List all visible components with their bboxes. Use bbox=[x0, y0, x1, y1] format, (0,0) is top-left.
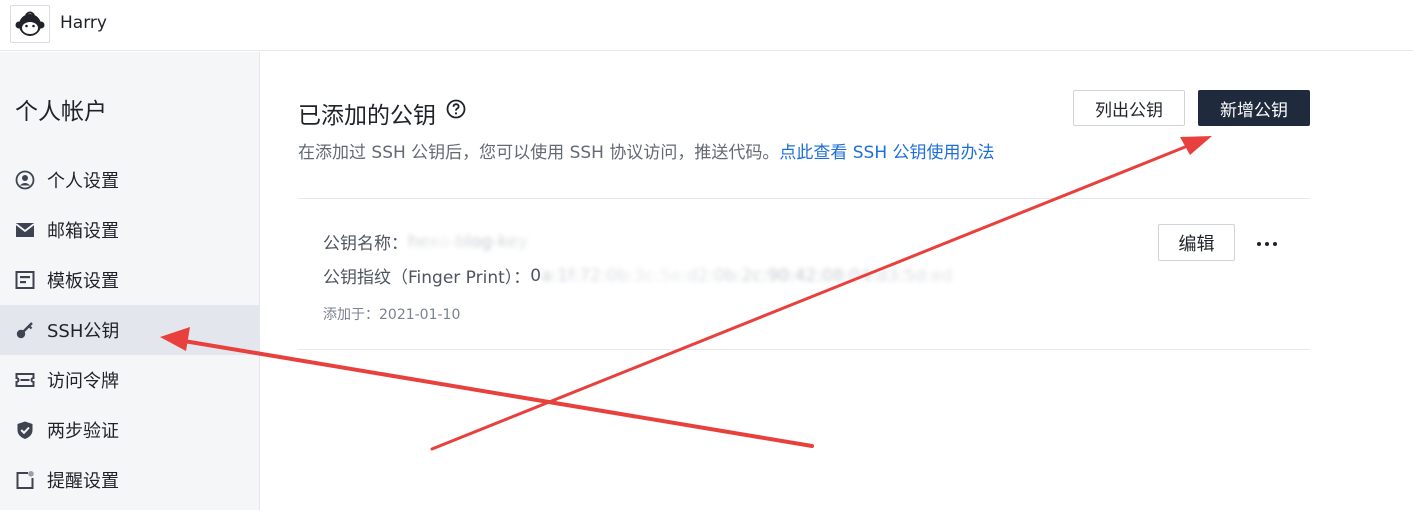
key-added-date: 2021-01-10 bbox=[379, 307, 461, 323]
key-fingerprint-value: a:1f:72:0b:3c:5e:d2:0b:2c:90:42:08:04:d3… bbox=[541, 265, 953, 286]
sidebar-item-label: 个人设置 bbox=[47, 171, 119, 192]
monkey-avatar-icon bbox=[15, 11, 45, 36]
top-bar: Harry bbox=[0, 0, 1413, 51]
key-icon bbox=[15, 320, 35, 340]
sidebar-item-profile[interactable]: 个人设置 bbox=[0, 155, 260, 205]
key-name-row: 公钥名称： hexo-blog-key bbox=[323, 229, 528, 255]
sidebar-item-two-factor[interactable]: 两步验证 bbox=[0, 405, 260, 455]
sidebar-item-label: 邮箱设置 bbox=[47, 221, 119, 242]
key-fingerprint-prefix: 0 bbox=[530, 265, 542, 286]
key-name-value: hexo-blog-key bbox=[408, 231, 528, 252]
sidebar-item-ssh-keys[interactable]: SSH公钥 bbox=[0, 305, 260, 355]
sidebar-item-label: 两步验证 bbox=[47, 421, 119, 442]
key-name-label: 公钥名称： bbox=[323, 234, 408, 254]
username[interactable]: Harry bbox=[60, 13, 107, 33]
key-fingerprint-label: 公钥指纹（Finger Print）： bbox=[323, 268, 531, 288]
sidebar-item-email[interactable]: 邮箱设置 bbox=[0, 205, 260, 255]
question-circle-icon[interactable] bbox=[446, 99, 466, 119]
sidebar-item-notifications[interactable]: 提醒设置 bbox=[0, 455, 260, 505]
description-text: 在添加过 SSH 公钥后，您可以使用 SSH 协议访问，推送代码。 bbox=[298, 143, 780, 163]
sidebar-item-label: 模板设置 bbox=[47, 271, 119, 292]
sidebar-title: 个人帐户 bbox=[15, 99, 107, 125]
list-keys-button[interactable]: 列出公钥 bbox=[1073, 90, 1185, 126]
bell-square-icon bbox=[15, 470, 35, 490]
ticket-icon bbox=[15, 370, 35, 390]
more-horizontal-icon[interactable] bbox=[1255, 232, 1279, 256]
key-added-row: 添加于：2021-01-10 bbox=[323, 304, 460, 324]
main-content: 已添加的公钥 在添加过 SSH 公钥后，您可以使用 SSH 协议访问，推送代码。… bbox=[261, 52, 1413, 510]
mail-icon bbox=[15, 220, 35, 240]
divider bbox=[298, 198, 1310, 199]
add-key-button[interactable]: 新增公钥 bbox=[1198, 90, 1310, 126]
key-added-label: 添加于： bbox=[323, 307, 379, 323]
template-icon bbox=[15, 270, 35, 290]
sidebar-item-access-tokens[interactable]: 访问令牌 bbox=[0, 355, 260, 405]
divider bbox=[298, 349, 1310, 350]
shield-check-icon bbox=[15, 420, 35, 440]
key-fingerprint-row: 公钥指纹（Finger Print）： 0 a:1f:72:0b:3c:5e:d… bbox=[323, 263, 953, 289]
sidebar-item-label: 访问令牌 bbox=[47, 371, 119, 392]
sidebar-item-label: SSH公钥 bbox=[47, 321, 120, 342]
edit-key-button[interactable]: 编辑 bbox=[1158, 224, 1235, 261]
sidebar-item-label: 提醒设置 bbox=[47, 471, 119, 492]
avatar[interactable] bbox=[10, 5, 50, 43]
page-description: 在添加过 SSH 公钥后，您可以使用 SSH 协议访问，推送代码。点此查看 SS… bbox=[298, 138, 995, 163]
ssh-help-link[interactable]: 点此查看 SSH 公钥使用办法 bbox=[779, 143, 994, 163]
page-title: 已添加的公钥 bbox=[298, 103, 436, 129]
sidebar-item-template[interactable]: 模板设置 bbox=[0, 255, 260, 305]
sidebar: 个人帐户 个人设置 邮箱设置 模板设置 SSH公钥 访问令牌 两步验证 提醒设置 bbox=[0, 52, 260, 510]
user-circle-icon bbox=[15, 170, 35, 190]
